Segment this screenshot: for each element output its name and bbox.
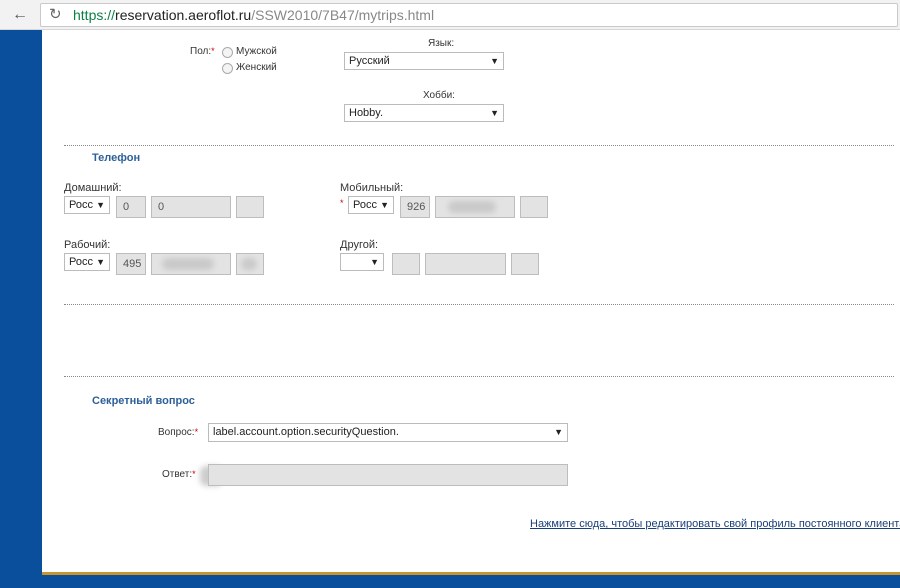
dropdown-arrow-icon: ▼ xyxy=(96,257,105,267)
page-bottom-band xyxy=(42,572,900,588)
other-phone-label: Другой: xyxy=(340,239,379,251)
work-phone-code-value: 495 xyxy=(123,258,142,270)
gender-male-label: Мужской xyxy=(236,46,277,57)
mobile-phone-ext-input[interactable] xyxy=(520,196,548,218)
profile-form: Пол:* Мужской Женский Язык: Русский ▼ Хоб… xyxy=(42,30,900,572)
redacted-blur xyxy=(241,258,257,270)
other-phone-code-input[interactable] xyxy=(392,253,420,275)
back-arrow-icon[interactable]: ← xyxy=(10,6,30,24)
mobile-phone-country-select[interactable]: Росс ▼ xyxy=(348,196,394,214)
url-host: reservation.aeroflot.ru xyxy=(115,7,252,23)
gender-label: Пол:* xyxy=(190,46,215,57)
other-phone-country-select[interactable]: ▼ xyxy=(340,253,384,271)
work-phone-code-input[interactable]: 495 xyxy=(116,253,146,275)
hobby-value: Hobby. xyxy=(349,107,384,119)
mobile-required-mark: * xyxy=(340,198,344,208)
url-path: /SSW2010/7B47/mytrips.html xyxy=(251,7,435,23)
reload-icon[interactable]: ↻ xyxy=(49,6,62,24)
other-phone-ext-input[interactable] xyxy=(511,253,539,275)
home-phone-label: Домашний: xyxy=(64,182,122,194)
home-phone-area-code-input[interactable]: 0 xyxy=(151,196,231,218)
dropdown-arrow-icon: ▼ xyxy=(490,108,499,118)
browser-toolbar: ← ↻ https://reservation.aeroflot.ru/SSW2… xyxy=(0,0,900,30)
url-scheme: https:// xyxy=(73,7,116,23)
security-answer-label: Ответ:* xyxy=(162,469,196,480)
mobile-phone-code-value: 926 xyxy=(407,201,426,213)
dropdown-arrow-icon: ▼ xyxy=(490,56,499,66)
security-answer-input[interactable] xyxy=(208,464,568,486)
dropdown-arrow-icon: ▼ xyxy=(380,200,389,210)
work-phone-number-input[interactable] xyxy=(151,253,231,275)
redacted-blur xyxy=(162,258,214,270)
gender-male-radio[interactable] xyxy=(222,47,233,58)
work-phone-country: Росс xyxy=(69,256,93,268)
gender-female-radio[interactable] xyxy=(222,63,233,74)
language-value: Русский xyxy=(349,55,390,67)
url-text: https://reservation.aeroflot.ru/SSW2010/… xyxy=(73,7,434,24)
home-phone-country-code-value: 0 xyxy=(123,201,130,213)
phone-section-title: Телефон xyxy=(92,152,141,164)
language-select[interactable]: Русский ▼ xyxy=(344,52,504,70)
dropdown-arrow-icon: ▼ xyxy=(370,257,379,267)
home-phone-country: Росс xyxy=(69,199,93,211)
hobby-label: Хобби: xyxy=(423,90,455,101)
work-phone-country-select[interactable]: Росс ▼ xyxy=(64,253,110,271)
hobby-select[interactable]: Hobby. ▼ xyxy=(344,104,504,122)
home-phone-area-code-value: 0 xyxy=(158,201,165,213)
section-divider xyxy=(64,376,894,377)
page-left-band xyxy=(0,30,42,588)
home-phone-country-select[interactable]: Росс ▼ xyxy=(64,196,110,214)
section-divider xyxy=(64,304,894,305)
mobile-phone-country: Росс xyxy=(353,199,377,211)
redacted-blur xyxy=(448,201,496,213)
mobile-phone-label: Мобильный: xyxy=(340,182,404,194)
edit-profile-link[interactable]: Нажмите сюда, чтобы редактировать свой п… xyxy=(530,518,900,530)
other-phone-number-input[interactable] xyxy=(425,253,506,275)
security-question-select[interactable]: label.account.option.securityQuestion. ▼ xyxy=(208,423,568,442)
home-phone-ext-input[interactable] xyxy=(236,196,264,218)
dropdown-arrow-icon: ▼ xyxy=(96,200,105,210)
work-phone-label: Рабочий: xyxy=(64,239,111,251)
security-question-value: label.account.option.securityQuestion. xyxy=(213,426,399,438)
mobile-phone-number-input[interactable] xyxy=(435,196,515,218)
security-question-label: Вопрос:* xyxy=(158,427,199,438)
dropdown-arrow-icon: ▼ xyxy=(554,427,563,437)
mobile-phone-code-input[interactable]: 926 xyxy=(400,196,430,218)
work-phone-ext-input[interactable] xyxy=(236,253,264,275)
section-divider xyxy=(64,145,894,146)
security-section-title: Секретный вопрос xyxy=(92,395,195,407)
address-bar[interactable]: ↻ https://reservation.aeroflot.ru/SSW201… xyxy=(40,3,898,27)
gender-female-label: Женский xyxy=(236,62,277,73)
language-label: Язык: xyxy=(428,38,455,49)
home-phone-country-code-input[interactable]: 0 xyxy=(116,196,146,218)
